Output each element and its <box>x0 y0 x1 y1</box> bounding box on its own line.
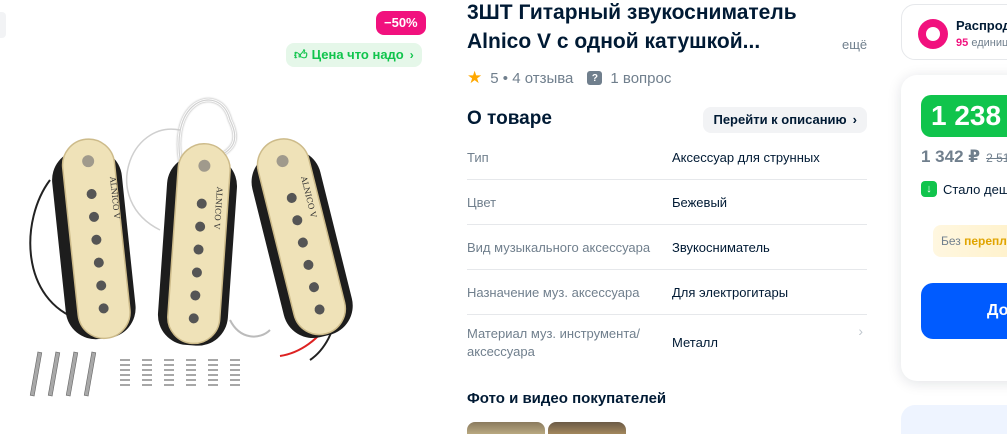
goto-description-label: Перейти к описанию <box>713 112 847 127</box>
chevron-right-icon: › <box>852 112 857 127</box>
spec-key: Тип <box>467 150 489 165</box>
title-more-link[interactable]: ещё <box>842 37 867 52</box>
spec-row: Назначение муз. аксессуара Для электроги… <box>467 270 867 315</box>
chevron-right-icon: › <box>409 48 414 62</box>
spec-row[interactable]: Материал муз. инструмента/ аксессуара Ме… <box>467 315 867 375</box>
promo-highlight: перепл <box>964 234 1007 248</box>
buy-card: 1 238 ₽ 1 342 ₽ 2 51 ↓ Стало деш Без пер… <box>901 75 1007 381</box>
rating-value[interactable]: 5 <box>490 70 498 87</box>
seller-name: Распрод <box>956 18 1007 33</box>
about-title: О товаре <box>467 108 552 129</box>
product-title: 3ШТ Гитарный звукосниматель Alnico V с о… <box>467 1 797 53</box>
spec-value: Аксессуар для струнных <box>672 150 820 165</box>
seller-subtitle: 95 единиц <box>956 37 1007 49</box>
price-drop-note: ↓ Стало деш <box>921 181 1007 197</box>
card-price: 1 238 ₽ <box>921 95 1007 137</box>
reviews-link[interactable]: 4 отзыва <box>512 70 573 87</box>
spec-key: Цвет <box>467 195 497 210</box>
seller-sub-text: единиц <box>971 37 1007 49</box>
spec-value: Звукосниматель <box>672 240 770 255</box>
promo-prefix: Без <box>941 234 965 248</box>
customer-photos-title: Фото и видео покупателей <box>467 390 667 407</box>
bottom-info-box <box>901 405 1007 434</box>
spec-row: Цвет Бежевый <box>467 180 867 225</box>
product-info: 3ШТ Гитарный звукосниматель Alnico V с о… <box>467 0 872 434</box>
regular-price: 1 342 ₽ <box>921 147 981 166</box>
installment-promo[interactable]: Без перепл <box>933 225 1007 257</box>
gallery-prev-edge[interactable] <box>0 12 6 38</box>
spec-value: Бежевый <box>672 195 728 210</box>
spec-row: Вид музыкального аксессуара Звукоснимате… <box>467 225 867 270</box>
specs-table: Тип Аксессуар для струнных Цвет Бежевый … <box>467 137 867 375</box>
good-price-tag[interactable]: 👍︎ Цена что надо › <box>286 43 422 67</box>
seller-logo-icon <box>918 19 948 49</box>
goto-description-button[interactable]: Перейти к описанию › <box>703 107 867 133</box>
customer-photo-thumb[interactable] <box>467 422 545 434</box>
spec-value: Для электрогитары <box>672 285 789 300</box>
product-image[interactable]: ALNICO V ALNICO V ALNICO V <box>20 80 440 410</box>
rating-separator: • <box>498 69 513 87</box>
add-to-cart-button[interactable]: До <box>921 283 1007 339</box>
good-price-label: Цена что надо <box>311 47 404 62</box>
seller-card[interactable]: Распрод 95 единиц <box>901 4 1007 60</box>
star-icon: ★ <box>467 68 483 87</box>
thumbs-up-icon: 👍︎ <box>294 47 308 62</box>
strikethrough-price: 2 51 <box>986 151 1007 165</box>
spec-key: Вид музыкального аксессуара <box>467 240 651 255</box>
discount-badge: −50% <box>376 11 426 35</box>
price-drop-text: Стало деш <box>943 181 1007 197</box>
price-old-row: 1 342 ₽ 2 51 <box>921 147 1007 167</box>
question-icon: ? <box>587 71 603 85</box>
spec-key: Назначение муз. аксессуара <box>467 285 640 300</box>
arrow-down-icon: ↓ <box>921 181 937 197</box>
spec-row: Тип Аксессуар для струнных <box>467 137 867 180</box>
questions-link[interactable]: 1 вопрос <box>610 70 671 87</box>
seller-count: 95 <box>956 37 969 49</box>
customer-photo-thumb[interactable] <box>548 422 626 434</box>
spec-key: Материал муз. инструмента/ аксессуара <box>467 326 640 359</box>
about-header: О товаре Перейти к описанию › <box>467 106 867 134</box>
rating-row: ★ 5 • 4 отзыва ? 1 вопрос <box>467 68 671 88</box>
chevron-right-icon: › <box>858 323 863 339</box>
spec-value: Металл <box>672 335 718 350</box>
product-gallery: −50% 👍︎ Цена что надо › ALNICO V ALNICO … <box>0 0 440 434</box>
